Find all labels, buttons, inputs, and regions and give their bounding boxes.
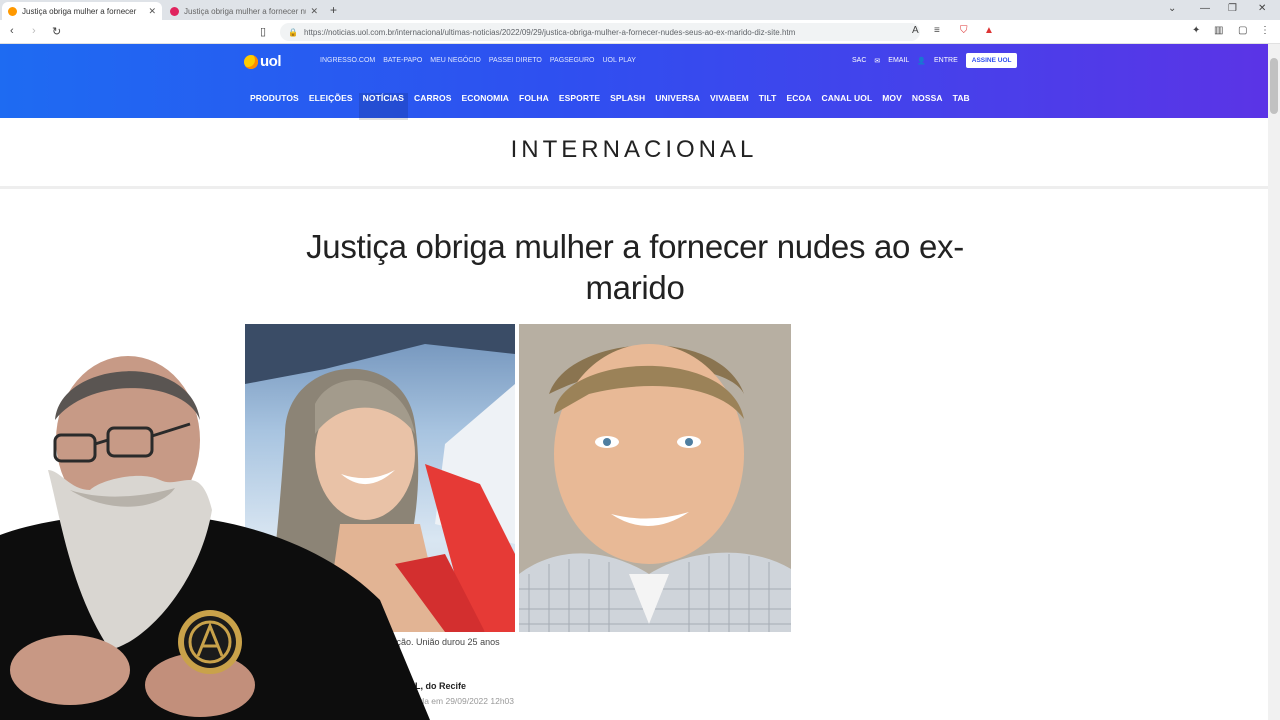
nav-item-tilt[interactable]: TILT (759, 93, 777, 120)
minimize-icon[interactable]: — (1200, 3, 1210, 14)
page-scrollbar[interactable] (1268, 44, 1280, 720)
forward-icon[interactable]: › (32, 25, 36, 37)
uol-logo[interactable]: uol (244, 53, 282, 70)
reader-icon[interactable]: ≡ (934, 25, 940, 36)
url-text: https://noticias.uol.com.br/internaciona… (303, 27, 796, 37)
address-bar[interactable]: 🔒 https://noticias.uol.com.br/internacio… (280, 23, 920, 41)
top-link[interactable]: INGRESSO.COM (320, 57, 375, 64)
extensions-icon[interactable]: ✦ (1192, 25, 1200, 36)
nav-item-esporte[interactable]: ESPORTE (559, 93, 600, 120)
top-links: INGRESSO.COM BATE-PAPO MEU NEGÓCIO PASSE… (320, 57, 636, 64)
nav-item-economia[interactable]: ECONOMIA (461, 93, 509, 120)
nav-item-carros[interactable]: CARROS (414, 93, 451, 120)
translate-icon[interactable]: A (912, 25, 919, 36)
logo-text: uol (260, 53, 282, 70)
nav-item-vivabem[interactable]: VIVABEM (710, 93, 749, 120)
site-header: uol INGRESSO.COM BATE-PAPO MEU NEGÓCIO P… (0, 44, 1268, 120)
maximize-icon[interactable]: ❐ (1228, 3, 1237, 14)
headline-line-1: Justiça obriga mulher a fornecer nudes a… (306, 228, 964, 265)
nav-item-universa[interactable]: UNIVERSA (655, 93, 700, 120)
email-link[interactable]: EMAIL (888, 57, 909, 64)
webcam-overlay (0, 340, 430, 720)
main-nav: PRODUTOS ELEIÇÕES NOTÍCIAS CARROS ECONOM… (250, 93, 970, 120)
top-link[interactable]: UOL PLAY (602, 57, 635, 64)
tab-title: Justiça obriga mulher a fornecer nude (184, 6, 307, 16)
bookmark-icon[interactable]: ▯ (260, 25, 266, 38)
uol-favicon-icon (8, 6, 17, 16)
menu-icon[interactable]: ⋮ (1260, 25, 1270, 36)
nav-item-ecoa[interactable]: ECOA (786, 93, 811, 120)
nav-item-mov[interactable]: MOV (882, 93, 902, 120)
login-link[interactable]: ENTRE (934, 57, 958, 64)
uol-sun-icon (244, 54, 258, 69)
nav-item-canal-uol[interactable]: CANAL UOL (821, 93, 872, 120)
nav-item-nossa[interactable]: NOSSA (912, 93, 943, 120)
reload-icon[interactable]: ↻ (52, 25, 61, 38)
back-icon[interactable]: ‹ (10, 25, 14, 37)
mail-icon[interactable]: ✉ (874, 57, 880, 65)
screen: Justiça obriga mulher a fornecer ✕ Justi… (0, 0, 1280, 720)
close-tab-icon[interactable]: ✕ (148, 6, 156, 17)
new-tab-icon[interactable]: + (330, 3, 337, 17)
browser-tab-strip: Justiça obriga mulher a fornecer ✕ Justi… (0, 0, 1280, 20)
section-divider (0, 186, 1268, 189)
top-link[interactable]: MEU NEGÓCIO (430, 57, 481, 64)
browser-toolbar: ‹ › ↻ ▯ 🔒 https://noticias.uol.com.br/in… (0, 20, 1280, 44)
nav-item-tab[interactable]: TAB (953, 93, 970, 120)
alert-icon[interactable]: ▲ (984, 25, 994, 36)
article-headline: Justiça obriga mulher a fornecer nudes a… (290, 226, 980, 308)
tab-title: Justiça obriga mulher a fornecer (22, 6, 137, 16)
headline-line-2: marido (585, 269, 685, 306)
scrollbar-thumb[interactable] (1270, 58, 1278, 114)
close-tab-icon[interactable]: ✕ (310, 6, 318, 17)
user-box: SAC ✉ EMAIL 👤 ENTRE ASSINE UOL (852, 53, 1018, 68)
shield-icon[interactable]: ⛉ (960, 25, 968, 36)
section-title: INTERNACIONAL (510, 136, 758, 163)
nav-item-splash[interactable]: SPLASH (610, 93, 645, 120)
sac-link[interactable]: SAC (852, 57, 866, 64)
site-favicon-icon (170, 6, 179, 16)
chevron-down-icon[interactable]: ⌄ (1168, 3, 1176, 14)
lock-icon: 🔒 (288, 27, 298, 37)
browser-tab[interactable]: Justiça obriga mulher a fornecer nude ✕ (164, 2, 324, 20)
top-link[interactable]: PAGSEGURO (550, 57, 595, 64)
nav-item-produtos[interactable]: PRODUTOS (250, 93, 299, 120)
subscribe-button[interactable]: ASSINE UOL (965, 53, 1018, 68)
top-link[interactable]: BATE-PAPO (383, 57, 422, 64)
sidebar-icon[interactable]: ▥ (1214, 25, 1223, 36)
user-icon[interactable]: 👤 (917, 57, 926, 65)
top-link[interactable]: PASSEI DIRETO (489, 57, 542, 64)
nav-item-eleicoes[interactable]: ELEIÇÕES (309, 93, 353, 120)
window-icon[interactable]: ▢ (1238, 25, 1247, 36)
browser-tab-active[interactable]: Justiça obriga mulher a fornecer ✕ (2, 2, 162, 20)
article-photo-man (519, 324, 791, 632)
nav-item-folha[interactable]: FOLHA (519, 93, 549, 120)
nav-item-noticias[interactable]: NOTÍCIAS (358, 93, 409, 120)
close-window-icon[interactable]: ✕ (1258, 3, 1266, 14)
